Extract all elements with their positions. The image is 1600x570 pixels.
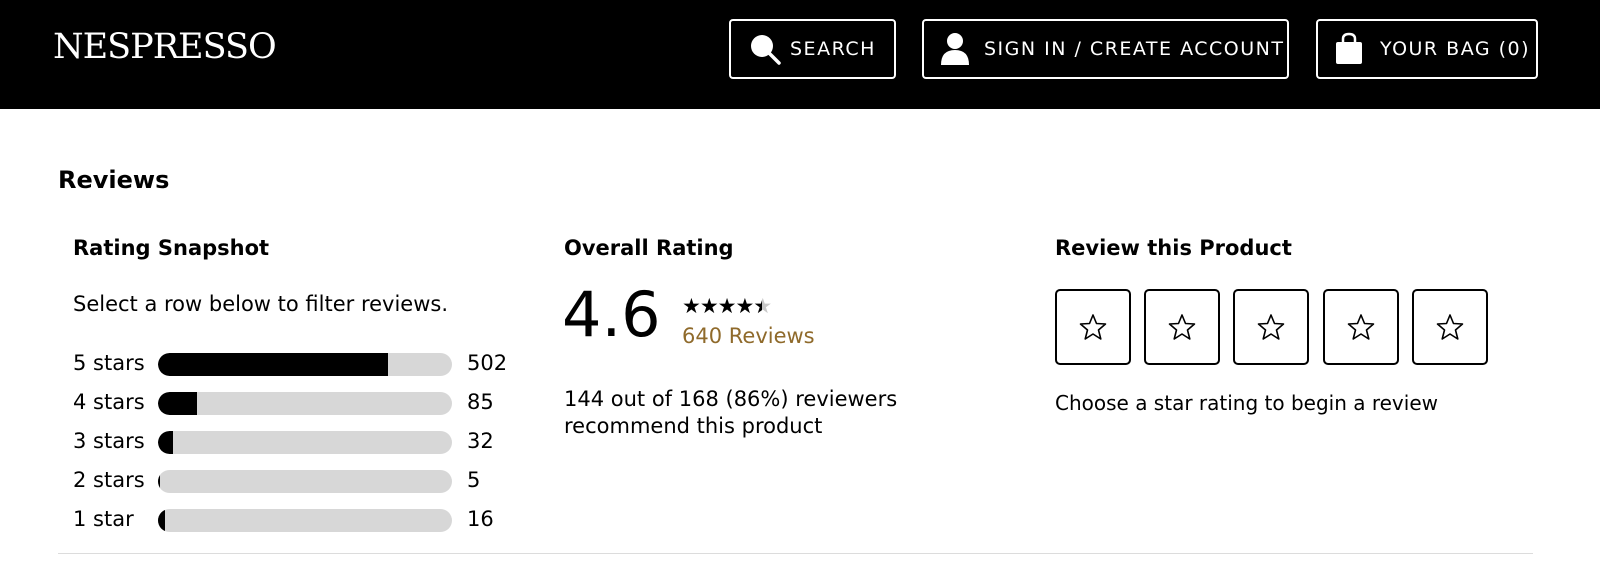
star-icon <box>1079 314 1107 340</box>
histogram-label: 1 star <box>73 507 134 531</box>
histogram-label: 4 stars <box>73 390 145 414</box>
bag-button[interactable]: YOUR BAG (0) <box>1316 19 1538 79</box>
histogram-fill <box>158 509 166 532</box>
search-label: SEARCH <box>790 38 876 60</box>
rate-5-star-button[interactable] <box>1412 289 1488 365</box>
average-score: 4.6 <box>562 278 661 351</box>
histogram-track <box>158 353 452 376</box>
histogram-label: 5 stars <box>73 351 145 375</box>
histogram-count: 5 <box>467 468 481 492</box>
review-product-heading: Review this Product <box>1055 236 1292 260</box>
star-icon: ★ <box>735 294 754 318</box>
histogram-track <box>158 431 452 454</box>
histogram-label: 3 stars <box>73 429 145 453</box>
recommend-text: 144 out of 168 (86%) reviewers recommend… <box>564 387 898 438</box>
histogram-count: 16 <box>467 507 494 531</box>
site-header: NESPRESSO SEARCH SIGN IN / CREATE ACCOUN… <box>0 0 1600 109</box>
sign-in-button[interactable]: SIGN IN / CREATE ACCOUNT <box>922 19 1289 79</box>
histogram-track <box>158 392 452 415</box>
histogram-track <box>158 509 452 532</box>
histogram-fill <box>158 431 173 454</box>
user-icon <box>938 32 972 66</box>
histogram-count: 502 <box>467 351 508 375</box>
reviews-title: Reviews <box>58 166 170 194</box>
histogram-count: 32 <box>467 429 494 453</box>
histogram-label: 2 stars <box>73 468 145 492</box>
star-icon: ★ <box>717 294 737 318</box>
star-rating-help-text: Choose a star rating to begin a review <box>1055 391 1438 415</box>
overall-rating-heading: Overall Rating <box>564 236 734 260</box>
star-icon: ★ <box>682 294 701 318</box>
sign-in-label: SIGN IN / CREATE ACCOUNT <box>984 38 1285 60</box>
histogram-row-2[interactable]: 2 stars 5 <box>73 465 513 497</box>
bag-icon <box>1332 32 1366 66</box>
histogram-row-1[interactable]: 1 star 16 <box>73 504 513 536</box>
rate-4-star-button[interactable] <box>1323 289 1399 365</box>
histogram-fill <box>158 353 389 376</box>
star-icon: ★ <box>699 294 719 318</box>
reviews-count-link[interactable]: 640 Reviews <box>682 324 815 348</box>
rate-3-star-button[interactable] <box>1233 289 1309 365</box>
histogram-track <box>158 470 452 493</box>
rating-snapshot-heading: Rating Snapshot <box>73 236 270 260</box>
rate-2-star-button[interactable] <box>1144 289 1220 365</box>
bag-label: YOUR BAG (0) <box>1380 38 1531 60</box>
rate-1-star-button[interactable] <box>1055 289 1131 365</box>
nespresso-logo[interactable]: NESPRESSO <box>53 25 277 69</box>
histogram-row-3[interactable]: 3 stars 32 <box>73 426 513 458</box>
star-icon <box>1257 314 1285 340</box>
histogram-fill <box>158 470 161 493</box>
average-stars: ★★★★★ <box>682 294 772 318</box>
histogram-row-5[interactable]: 5 stars 502 <box>73 348 513 380</box>
histogram-count: 85 <box>467 390 494 414</box>
histogram-row-4[interactable]: 4 stars 85 <box>73 387 513 419</box>
histogram-fill <box>158 392 198 415</box>
star-icon <box>1436 314 1464 340</box>
search-icon <box>748 32 782 66</box>
star-icon <box>1347 314 1375 340</box>
filter-instruction: Select a row below to filter reviews. <box>73 292 449 316</box>
star-icon <box>1168 314 1196 340</box>
section-divider <box>58 553 1533 554</box>
half-star-icon: ★ <box>753 295 772 317</box>
search-button[interactable]: SEARCH <box>729 19 896 79</box>
